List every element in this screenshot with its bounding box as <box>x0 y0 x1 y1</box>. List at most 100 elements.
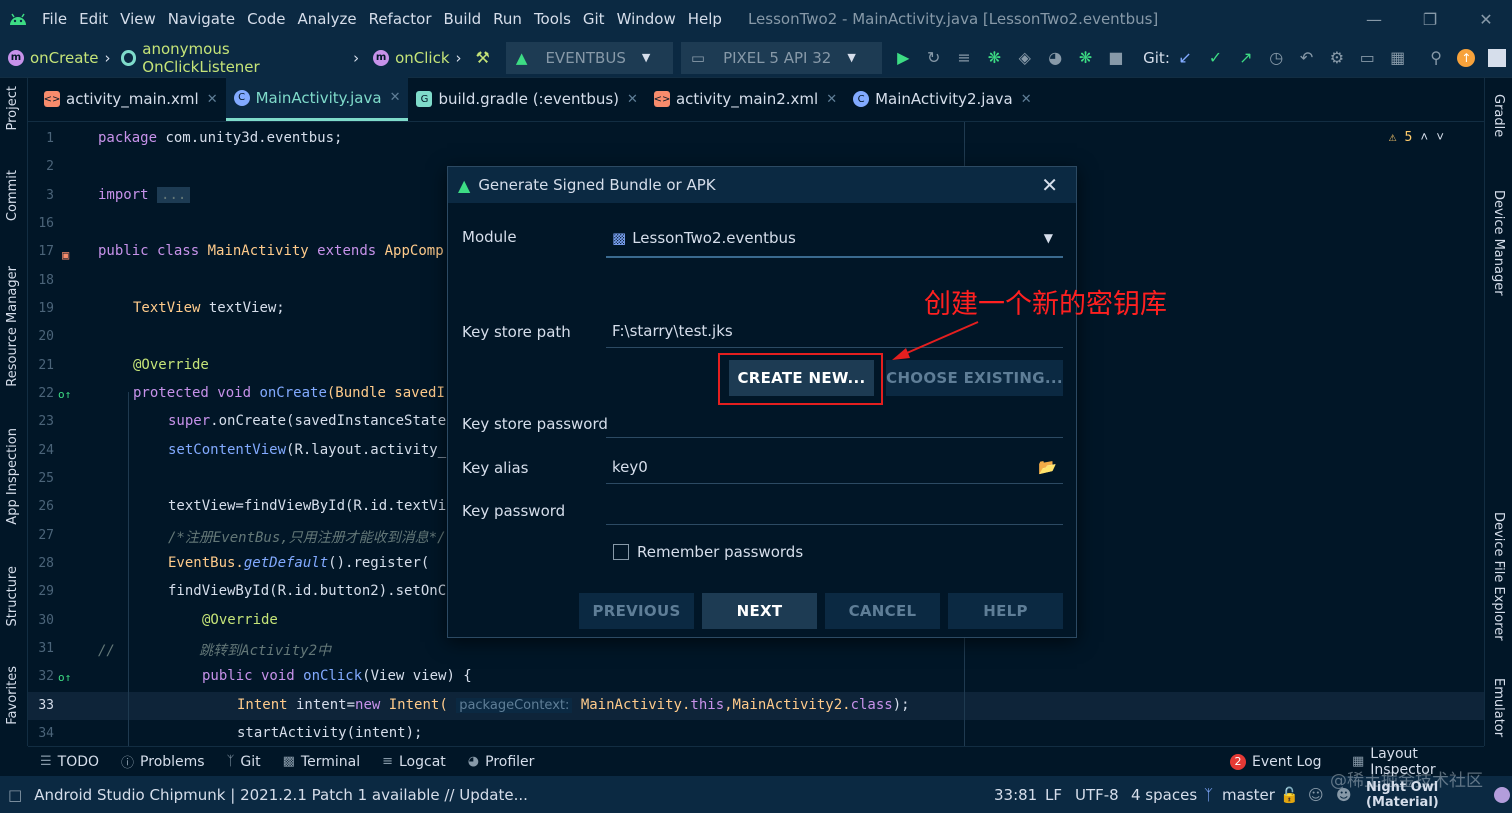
run-config-select[interactable]: ▲ EVENTBUS ▼ <box>505 41 673 74</box>
menu-build[interactable]: Build <box>438 10 488 28</box>
menu-code[interactable]: Code <box>241 10 291 28</box>
tool-label: Problems <box>140 753 205 770</box>
override-icon[interactable]: o↑ <box>58 671 71 684</box>
implements-icon[interactable]: ▣ <box>62 248 69 262</box>
git-commit-icon[interactable]: ✓ <box>1200 42 1230 74</box>
git-rollback-icon[interactable]: ↶ <box>1291 42 1321 74</box>
menu-analyze[interactable]: Analyze <box>291 10 362 28</box>
toggle-tool-windows-icon[interactable]: □ <box>8 786 22 804</box>
menu-help[interactable]: Help <box>682 10 728 28</box>
build-hammer-icon[interactable]: ⚒ <box>468 42 498 74</box>
account-avatar[interactable] <box>1482 42 1512 74</box>
tool-logcat[interactable]: ≡ Logcat <box>382 754 446 770</box>
breadcrumb-listener[interactable]: anonymous OnClickListener › <box>117 40 359 76</box>
attach-debugger-icon[interactable]: ❋ <box>1070 42 1100 74</box>
close-tab-icon[interactable]: ✕ <box>627 92 638 107</box>
tool-event-log[interactable]: 2 Event Log <box>1230 753 1322 770</box>
minimize-icon[interactable]: — <box>1346 0 1402 38</box>
tool-device-file-explorer[interactable]: Device File Explorer <box>1491 512 1506 641</box>
next-button[interactable]: NEXT <box>702 593 817 629</box>
coverage-icon[interactable]: ◈ <box>1010 42 1040 74</box>
tool-profiler[interactable]: ◕ Profiler <box>468 754 535 770</box>
update-icon[interactable]: ↑ <box>1451 42 1481 74</box>
tool-todo[interactable]: ☰ TODO <box>40 754 99 770</box>
close-icon[interactable]: ✕ <box>1041 173 1058 197</box>
smiley-icon[interactable]: ☺ <box>1308 776 1324 813</box>
tool-commit[interactable]: Commit <box>5 170 20 221</box>
apply-code-changes-icon[interactable]: ≡ <box>949 42 979 74</box>
search-icon[interactable]: ⚲ <box>1421 42 1451 74</box>
line-separator[interactable]: LF <box>1045 776 1062 813</box>
key-password-field[interactable] <box>606 491 1063 525</box>
remember-checkbox[interactable] <box>613 544 629 560</box>
tool-problems[interactable]: ⓘ Problems <box>121 752 205 772</box>
tool-git[interactable]: ᛉ Git <box>227 754 261 770</box>
close-window-icon[interactable]: ✕ <box>1458 0 1512 38</box>
tab-build-gradle[interactable]: G build.gradle (:eventbus) ✕ <box>408 77 645 121</box>
close-tab-icon[interactable]: ✕ <box>826 92 837 107</box>
bottom-tool-bar: ☰ TODO ⓘ Problems ᛉ Git ▩ Terminal ≡ Logcat ◕… <box>28 746 1484 778</box>
tool-project[interactable]: Project <box>5 86 20 130</box>
close-tab-icon[interactable]: ✕ <box>207 92 218 107</box>
run-icon[interactable]: ▶ <box>888 42 918 74</box>
profile-icon[interactable]: ◕ <box>1040 42 1070 74</box>
lock-icon[interactable]: 🔓 <box>1280 776 1299 813</box>
device-select[interactable]: ▭ PIXEL 5 API 32 ▼ <box>680 41 883 74</box>
tool-label: Profiler <box>485 753 535 770</box>
menu-run[interactable]: Run <box>487 10 528 28</box>
git-push-icon[interactable]: ↗ <box>1231 42 1261 74</box>
breadcrumb-oncreate[interactable]: m onCreate › <box>0 49 111 67</box>
tool-resource-manager[interactable]: Resource Manager <box>5 266 20 387</box>
menu-tools[interactable]: Tools <box>528 10 577 28</box>
file-encoding[interactable]: UTF-8 <box>1075 776 1119 813</box>
status-message[interactable]: Android Studio Chipmunk | 2021.2.1 Patch… <box>34 786 528 804</box>
breadcrumb-onclick[interactable]: m onClick › <box>365 49 462 67</box>
close-tab-icon[interactable]: ✕ <box>1021 92 1032 107</box>
tool-favorites[interactable]: Favorites <box>5 666 20 725</box>
tool-emulator[interactable]: Emulator <box>1491 678 1506 737</box>
tool-device-manager[interactable]: Device Manager <box>1491 190 1506 296</box>
tool-gradle[interactable]: Gradle <box>1491 94 1506 137</box>
cancel-button[interactable]: CANCEL <box>825 593 940 629</box>
sync-gradle-icon[interactable]: ⚙ <box>1322 42 1352 74</box>
previous-button[interactable]: PREVIOUS <box>579 593 694 629</box>
tab-activity-main-xml[interactable]: <> activity_main.xml ✕ <box>36 77 226 121</box>
keystore-password-field[interactable] <box>606 404 1063 438</box>
key-alias-field[interactable]: key0 📂 <box>606 450 1063 484</box>
indent-setting[interactable]: 4 spaces <box>1131 776 1197 813</box>
debug-icon[interactable]: ❋ <box>979 42 1009 74</box>
git-update-icon[interactable]: ↙ <box>1170 42 1200 74</box>
choose-existing-button[interactable]: CHOOSE EXISTING... <box>886 360 1063 396</box>
tool-app-inspection[interactable]: App Inspection <box>5 428 20 525</box>
menu-window[interactable]: Window <box>611 10 682 28</box>
menu-file[interactable]: File <box>36 10 73 28</box>
tab-mainactivity-java[interactable]: C MainActivity.java ✕ <box>225 77 409 121</box>
override-icon[interactable]: o↑ <box>58 388 71 401</box>
menu-refactor[interactable]: Refactor <box>363 10 438 28</box>
chevron-up-icon[interactable]: ˄ <box>1420 130 1428 145</box>
menu-edit[interactable]: Edit <box>73 10 114 28</box>
folder-open-icon[interactable]: 📂 <box>1038 458 1057 476</box>
module-select[interactable]: ▩ LessonTwo2.eventbus ▼ <box>606 220 1063 258</box>
inspection-widget[interactable]: ⚠ 5 ˄ ˅ <box>1389 130 1444 145</box>
menu-view[interactable]: View <box>114 10 162 28</box>
caret-position[interactable]: 33:81 <box>994 776 1037 813</box>
tab-mainactivity2-java[interactable]: C MainActivity2.java ✕ <box>845 77 1040 121</box>
menu-navigate[interactable]: Navigate <box>162 10 241 28</box>
restore-icon[interactable]: ❐ <box>1402 0 1458 38</box>
stop-icon[interactable]: ■ <box>1101 42 1131 74</box>
device-manager-icon[interactable]: ▭ <box>1352 42 1382 74</box>
git-history-icon[interactable]: ◷ <box>1261 42 1291 74</box>
help-button[interactable]: HELP <box>948 593 1063 629</box>
folded-region[interactable]: ... <box>157 187 191 203</box>
sdk-manager-icon[interactable]: ▦ <box>1383 42 1413 74</box>
tool-structure[interactable]: Structure <box>5 566 20 626</box>
menu-git[interactable]: Git <box>577 10 611 28</box>
tool-terminal[interactable]: ▩ Terminal <box>283 754 360 770</box>
chevron-down-icon[interactable]: ˅ <box>1436 130 1444 145</box>
git-branch[interactable]: master <box>1222 776 1275 813</box>
close-tab-icon[interactable]: ✕ <box>390 90 401 105</box>
apply-changes-icon[interactable]: ↻ <box>919 42 949 74</box>
tab-activity-main2-xml[interactable]: <> activity_main2.xml ✕ <box>646 77 845 121</box>
remember-passwords-row[interactable]: Remember passwords <box>613 543 803 561</box>
